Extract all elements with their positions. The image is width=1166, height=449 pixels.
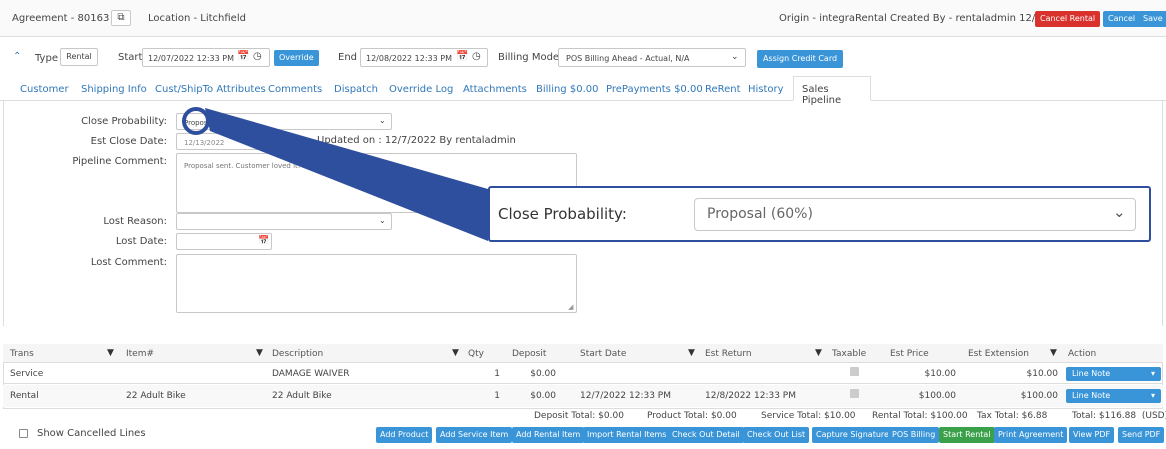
- line-note-button[interactable]: Line Note ▾: [1066, 367, 1161, 381]
- add-product-button[interactable]: Add Product: [376, 427, 433, 443]
- col-action[interactable]: Action: [1068, 349, 1096, 359]
- pos-billing-button[interactable]: POS Billing: [888, 427, 940, 443]
- cell-deposit: $0.00: [530, 369, 556, 379]
- cell-qty: 1: [494, 369, 500, 379]
- check-out-detail-button[interactable]: Check Out Detail: [668, 427, 744, 443]
- cell-description: DAMAGE WAIVER: [272, 369, 350, 379]
- show-cancelled-label: Show Cancelled Lines: [37, 428, 146, 439]
- filter-icon[interactable]: ▼: [107, 348, 114, 358]
- import-rental-items-button[interactable]: Import Rental Items: [583, 427, 671, 443]
- cell-trans: Service: [10, 369, 44, 379]
- caret-down-icon: ▾: [1150, 391, 1155, 400]
- cell-est-extension: $10.00: [1026, 369, 1059, 379]
- col-item[interactable]: Item#: [126, 349, 154, 359]
- col-deposit[interactable]: Deposit: [512, 349, 546, 359]
- filter-icon[interactable]: ▼: [452, 348, 459, 358]
- tax-total: Tax Total: $6.88: [977, 411, 1048, 421]
- show-cancelled-checkbox[interactable]: [19, 429, 28, 438]
- col-trans[interactable]: Trans: [10, 349, 34, 359]
- cell-deposit: $0.00: [530, 391, 556, 401]
- col-start-date[interactable]: Start Date: [580, 349, 626, 359]
- filter-icon[interactable]: ▼: [256, 348, 263, 358]
- cell-qty: 1: [494, 391, 500, 401]
- filter-icon[interactable]: ▼: [1050, 348, 1057, 358]
- filter-icon[interactable]: ▼: [815, 348, 822, 358]
- cell-description: 22 Adult Bike: [272, 391, 332, 401]
- deposit-total: Deposit Total: $0.00: [534, 411, 624, 421]
- cell-item: 22 Adult Bike: [126, 391, 186, 401]
- view-pdf-button[interactable]: View PDF: [1069, 427, 1115, 443]
- col-est-price[interactable]: Est Price: [890, 349, 929, 359]
- filter-icon[interactable]: ▼: [688, 348, 695, 358]
- add-rental-item-button[interactable]: Add Rental Item: [512, 427, 585, 443]
- print-agreement-button[interactable]: Print Agreement: [994, 427, 1068, 443]
- check-out-list-button[interactable]: Check Out List: [743, 427, 810, 443]
- cell-start-date: 12/7/2022 12:33 PM: [580, 391, 671, 401]
- taxable-checkbox: [850, 367, 859, 376]
- col-est-extension[interactable]: Est Extension: [968, 349, 1029, 359]
- start-rental-button[interactable]: Start Rental: [939, 427, 995, 443]
- rental-total: Rental Total: $100.00: [872, 411, 968, 421]
- line-note-label: Line Note: [1072, 369, 1111, 378]
- service-total: Service Total: $10.00: [761, 411, 856, 421]
- cell-trans: Rental: [10, 391, 39, 401]
- caret-down-icon: ▾: [1150, 369, 1155, 378]
- cell-est-extension: $100.00: [1020, 391, 1058, 401]
- add-service-item-button[interactable]: Add Service Item: [436, 427, 513, 443]
- cell-est-return: 12/8/2022 12:33 PM: [705, 391, 796, 401]
- cell-est-price: $10.00: [924, 369, 957, 379]
- line-note-label: Line Note: [1072, 391, 1111, 400]
- zoom-close-probability-label: Close Probability:: [498, 205, 627, 223]
- taxable-checkbox: [850, 389, 859, 398]
- col-qty[interactable]: Qty: [468, 349, 484, 359]
- col-description[interactable]: Description: [272, 349, 323, 359]
- send-pdf-button[interactable]: Send PDF: [1118, 427, 1165, 443]
- zoom-close-probability-select: Proposal (60%): [694, 198, 1136, 231]
- cell-est-price: $100.00: [918, 391, 956, 401]
- chevron-down-icon: ⌄: [1113, 203, 1126, 221]
- col-est-return[interactable]: Est Return: [705, 349, 752, 359]
- col-taxable[interactable]: Taxable: [832, 349, 866, 359]
- product-total: Product Total: $0.00: [647, 411, 737, 421]
- capture-signature-button[interactable]: Capture Signature: [812, 427, 893, 443]
- grand-total: Total: $116.88 (USD): [1072, 411, 1166, 421]
- line-note-button[interactable]: Line Note ▾: [1066, 389, 1161, 403]
